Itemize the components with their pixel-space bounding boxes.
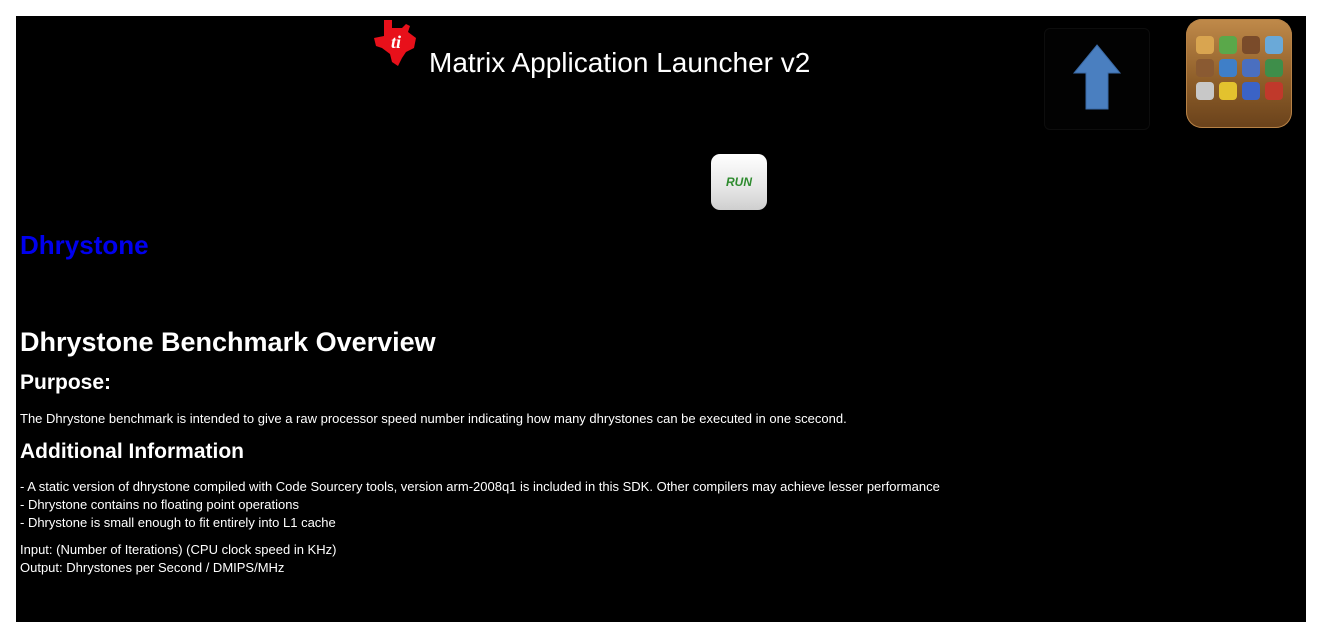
info-list: - A static version of dhrystone compiled… <box>20 478 1300 532</box>
purpose-heading: Purpose: <box>20 371 112 394</box>
launcher-screen: ti Matrix Application Launcher v2 RUN Dh… <box>16 16 1306 622</box>
up-button[interactable] <box>1044 28 1150 130</box>
app-tile-icon <box>1265 82 1283 100</box>
output-text: Output: Dhrystones per Second / DMIPS/MH… <box>20 560 285 575</box>
app-title: Matrix Application Launcher v2 <box>429 47 811 78</box>
ti-logo-icon: ti <box>370 18 422 68</box>
input-text: Input: (Number of Iterations) (CPU clock… <box>20 542 337 557</box>
additional-info-heading: Additional Information <box>20 440 244 463</box>
info-item: - Dhrystone contains no floating point o… <box>20 497 299 512</box>
description-panel: Dhrystone Benchmark Overview Purpose: Th… <box>20 324 1300 577</box>
app-tile-icon <box>1242 36 1260 54</box>
apps-menu-button[interactable] <box>1186 19 1292 128</box>
overview-heading: Dhrystone Benchmark Overview <box>20 327 436 357</box>
app-tile-icon <box>1242 59 1260 77</box>
app-tile-icon <box>1265 36 1283 54</box>
up-arrow-icon <box>1072 43 1122 116</box>
run-button[interactable]: RUN <box>711 154 767 210</box>
app-tile-icon <box>1219 36 1237 54</box>
app-tile-icon <box>1265 59 1283 77</box>
app-tile-icon <box>1242 82 1260 100</box>
info-item: - Dhrystone is small enough to fit entir… <box>20 515 336 530</box>
info-item: - A static version of dhrystone compiled… <box>20 479 940 494</box>
header: ti Matrix Application Launcher v2 <box>16 16 1306 136</box>
app-name-heading: Dhrystone <box>20 230 149 260</box>
app-tile-icon <box>1196 59 1214 77</box>
io-block: Input: (Number of Iterations) (CPU clock… <box>20 541 1300 577</box>
app-tile-icon <box>1219 82 1237 100</box>
app-tile-icon <box>1196 36 1214 54</box>
purpose-text: The Dhrystone benchmark is intended to g… <box>20 411 847 426</box>
app-tile-icon <box>1196 82 1214 100</box>
app-grid-icon <box>1196 36 1283 100</box>
svg-text:ti: ti <box>391 32 401 52</box>
app-tile-icon <box>1219 59 1237 77</box>
